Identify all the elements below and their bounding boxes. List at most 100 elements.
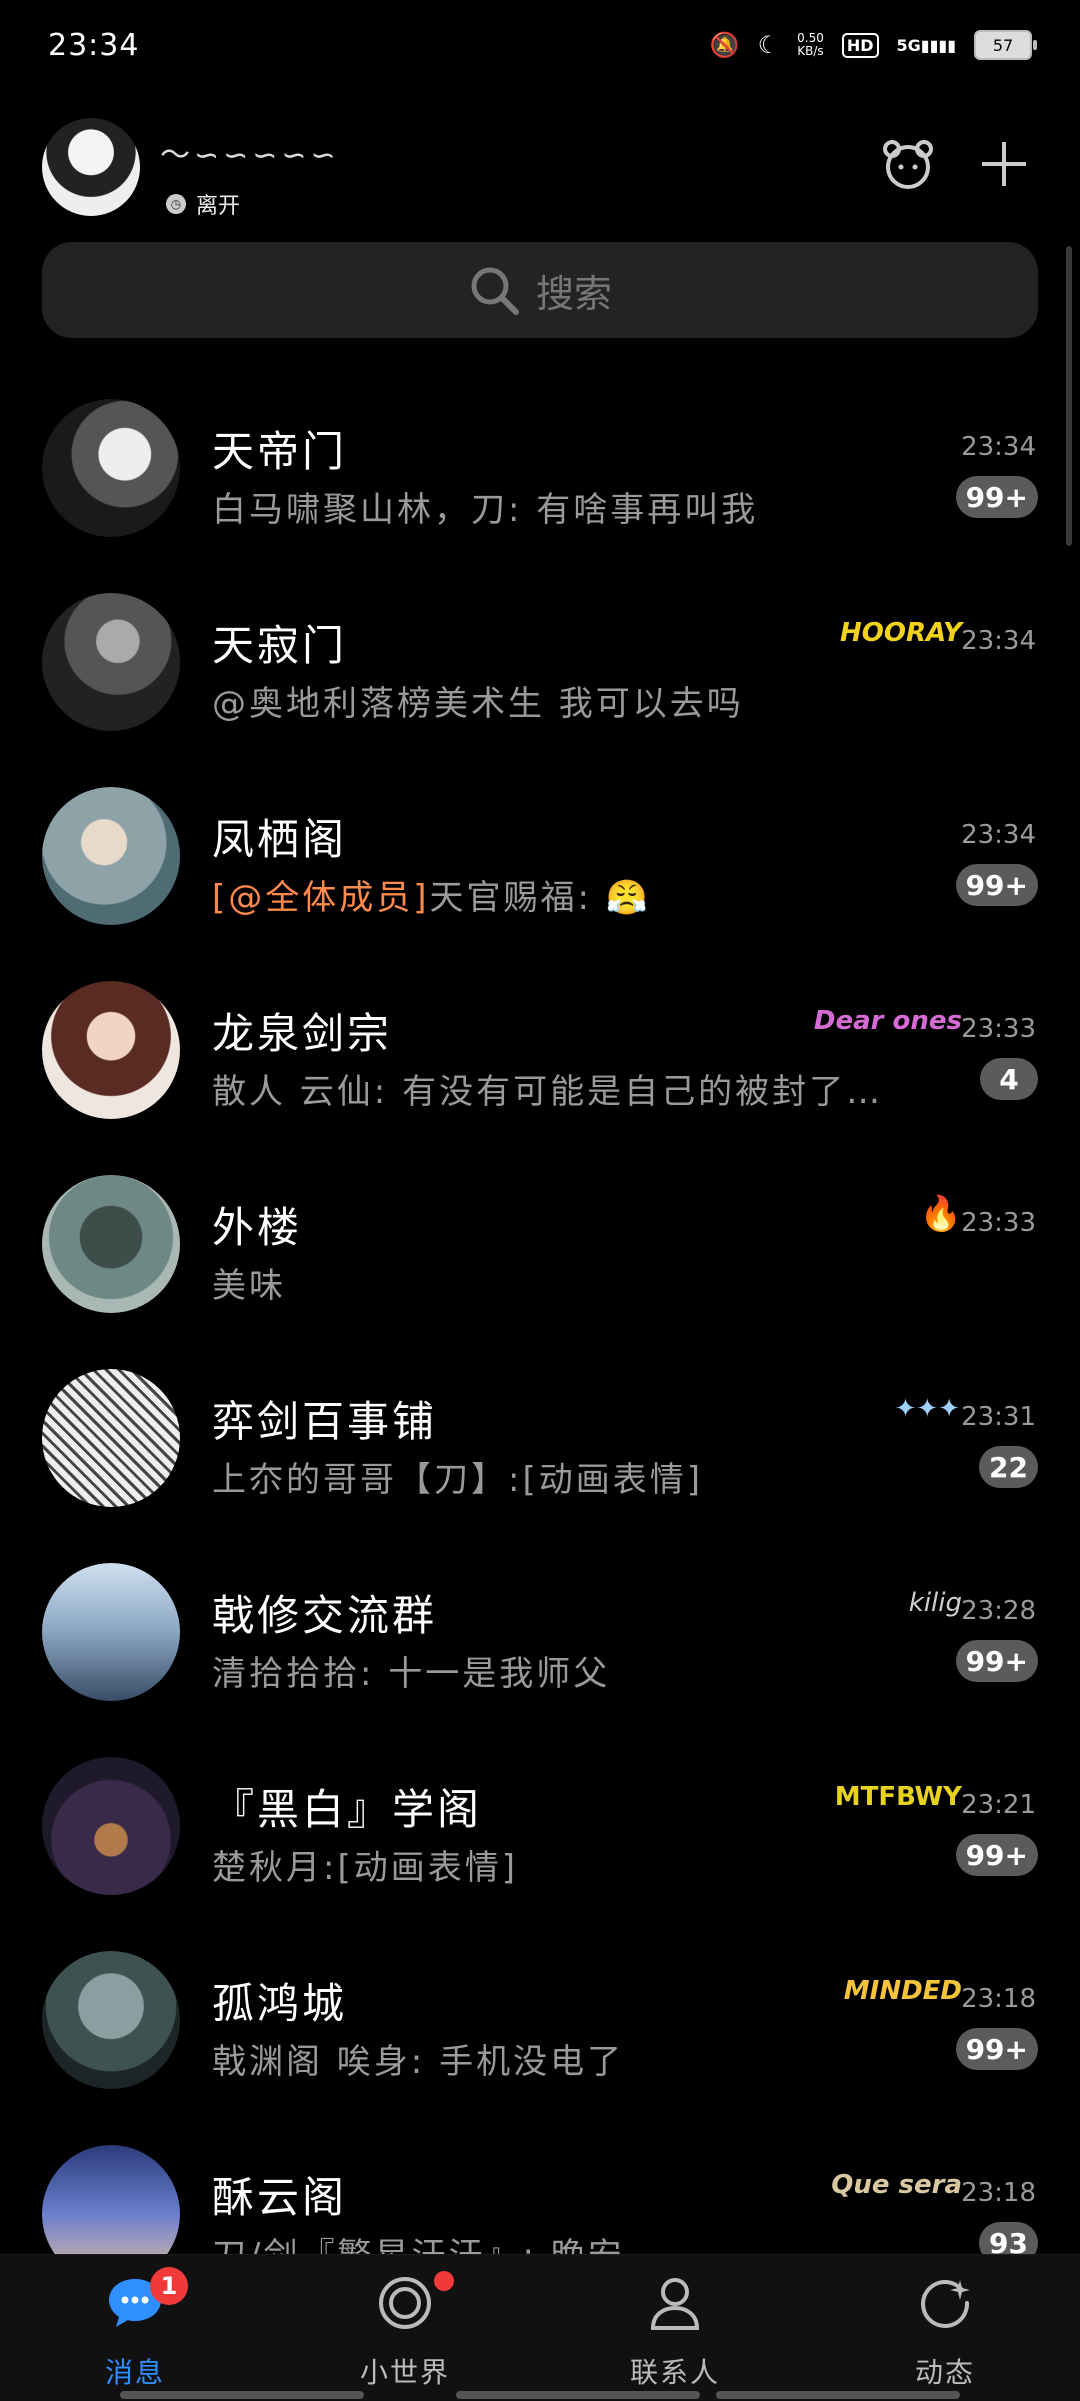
chat-name: 天帝门 — [212, 427, 348, 476]
chat-preview: @奥地利落榜美术生 我可以去吗 — [212, 684, 744, 724]
status-icons: 🔕 ☾ 0.50 KB/s HD 5G▮▮▮▮ 57 — [709, 30, 1037, 60]
refresh-star-icon — [915, 2273, 975, 2333]
chat-preview: 白马啸聚山林，刀: 有啥事再叫我 — [212, 490, 759, 530]
search-icon — [471, 267, 519, 315]
chat-name: 天寂门 — [212, 621, 348, 670]
chat-name: 酥云阁 — [212, 2173, 348, 2222]
unread-badge: 99+ — [955, 2028, 1038, 2070]
chat-avatar — [42, 2145, 180, 2254]
battery-level: 57 — [992, 35, 1014, 55]
chat-time: 23:21 — [961, 1790, 1036, 1820]
header: ～∽∽∽∽∽ ◷ 离开 搜索 — [0, 90, 1080, 370]
wings-sticker-icon: ✦✦✦ — [894, 1394, 960, 1424]
pet-icon[interactable] — [876, 132, 940, 196]
search-placeholder: 搜索 — [535, 271, 612, 316]
chat-row-wailou[interactable]: 外楼 美味 🔥 23:33 — [0, 1146, 1080, 1340]
signal-icon: 5G▮▮▮▮ — [896, 35, 956, 55]
unread-badge: 99+ — [955, 1834, 1038, 1876]
bottom-nav: 1 消息 小世界 联系人 动态 — [0, 2254, 1080, 2401]
presence-status[interactable]: ◷ 离开 — [166, 188, 240, 220]
chat-time: 23:18 — [961, 2178, 1036, 2208]
chat-row-guhongcheng[interactable]: 孤鸿城 戟渊阁 唉身: 手机没电了 MINDED 23:18 99+ — [0, 1922, 1080, 2116]
unread-badge: 99+ — [955, 864, 1038, 906]
home-indicator-segment — [120, 2391, 364, 2399]
chat-name: 弈剑百事铺 — [212, 1397, 438, 1446]
chat-time: 23:31 — [961, 1402, 1036, 1432]
profile-avatar[interactable] — [42, 118, 140, 216]
chat-preview: 上夵的哥哥【刀】:[动画表情] — [212, 1460, 703, 1500]
nickname[interactable]: ～∽∽∽∽∽ — [160, 130, 340, 174]
chat-avatar — [42, 593, 180, 731]
person-icon — [645, 2273, 705, 2333]
chat-name: 孤鸿城 — [212, 1979, 348, 2028]
chat-preview-text: 天官赐福: 😤 — [429, 878, 652, 918]
home-indicator-segment — [456, 2391, 700, 2399]
mention-all: [@全体成员] — [212, 878, 430, 918]
chat-avatar — [42, 1563, 180, 1701]
presence-label: 离开 — [196, 194, 241, 219]
chat-time: 23:28 — [961, 1596, 1036, 1626]
chat-avatar — [42, 981, 180, 1119]
do-not-disturb-moon-icon: ☾ — [757, 31, 780, 59]
net-speed-unit: KB/s — [797, 44, 824, 58]
chat-preview: 刀/剑『繁星汗汗』: 晚安 — [212, 2228, 625, 2254]
mute-bell-icon: 🔕 — [709, 31, 740, 59]
add-icon[interactable] — [972, 132, 1036, 196]
nav-label: 联系人 — [629, 2356, 720, 2389]
status-bar: 23:34 🔕 ☾ 0.50 KB/s HD 5G▮▮▮▮ 57 — [0, 0, 1080, 90]
nav-moments[interactable]: 动态 — [810, 2255, 1080, 2401]
nav-label: 小世界 — [359, 2356, 450, 2389]
search-bar[interactable]: 搜索 — [42, 242, 1038, 338]
chat-avatar — [42, 1951, 180, 2089]
signal-type: 5G — [896, 35, 921, 55]
chat-time: 23:33 — [961, 1014, 1036, 1044]
unread-badge: 4 — [980, 1058, 1038, 1100]
chat-preview: [@全体成员]天官赐福: 😤 — [212, 870, 651, 919]
chat-row-tiandimen[interactable]: 天帝门 白马啸聚山林，刀: 有啥事再叫我 23:34 99+ — [0, 370, 1080, 564]
chat-name: 凤栖阁 — [212, 815, 348, 864]
chat-time: 23:33 — [961, 1208, 1036, 1238]
battery-icon: 57 — [974, 30, 1037, 60]
que-sera-sticker-icon: Que sera — [831, 2170, 962, 2200]
minded-sticker-icon: MINDED — [843, 1976, 962, 2006]
chat-list: 天帝门 白马啸聚山林，刀: 有啥事再叫我 23:34 99+ 天寂门 @奥地利落… — [0, 370, 1080, 2254]
messages-unread-badge: 1 — [150, 2267, 188, 2305]
chat-name: 龙泉剑宗 — [212, 1009, 393, 1058]
chat-row-suyunge[interactable]: 酥云阁 刀/剑『繁星汗汗』: 晚安 Que sera 23:18 93 — [0, 2116, 1080, 2254]
chat-preview: 戟渊阁 唉身: 手机没电了 — [212, 2042, 625, 2082]
chat-time: 23:34 — [961, 432, 1036, 462]
unread-badge: 93 — [979, 2222, 1038, 2254]
nav-contacts[interactable]: 联系人 — [540, 2255, 810, 2401]
dear-ones-sticker-icon: Dear ones — [813, 1006, 962, 1036]
nav-small-world[interactable]: 小世界 — [270, 2255, 540, 2401]
net-speed: 0.50 KB/s — [797, 32, 824, 58]
chat-preview: 散人 云仙: 有没有可能是自己的被封了，... — [212, 1072, 912, 1112]
hd-badge: HD — [841, 32, 879, 58]
orbit-icon — [375, 2273, 435, 2333]
chat-time: 23:34 — [961, 626, 1036, 656]
unread-badge: 99+ — [955, 1640, 1038, 1682]
hooray-sticker-icon: HOORAY — [840, 618, 962, 648]
chat-preview: 美味 — [212, 1266, 286, 1306]
chat-preview: 清拾拾拾: 十一是我师父 — [212, 1654, 611, 1694]
nav-messages[interactable]: 1 消息 — [0, 2255, 270, 2401]
chat-time: 23:34 — [961, 820, 1036, 850]
home-indicator-segment — [716, 2391, 960, 2399]
unread-badge: 22 — [979, 1446, 1038, 1488]
chat-avatar — [42, 1757, 180, 1895]
status-time: 23:34 — [48, 28, 140, 63]
chat-name: 『黑白』学阁 — [212, 1785, 483, 1834]
chat-row-fengqige[interactable]: 凤栖阁 [@全体成员]天官赐福: 😤 23:34 99+ — [0, 758, 1080, 952]
mtfbwy-sticker-icon: MTFBWY — [834, 1782, 962, 1812]
chat-row-heibaixuege[interactable]: 『黑白』学阁 楚秋月:[动画表情] MTFBWY 23:21 99+ — [0, 1728, 1080, 1922]
chat-name: 外楼 — [212, 1203, 303, 1252]
chat-row-tianjimen[interactable]: 天寂门 @奥地利落榜美术生 我可以去吗 HOORAY 23:34 — [0, 564, 1080, 758]
chat-row-longquanjianzong[interactable]: 龙泉剑宗 散人 云仙: 有没有可能是自己的被封了，... Dear ones 2… — [0, 952, 1080, 1146]
chat-row-yijianbaishipu[interactable]: 弈剑百事铺 上夵的哥哥【刀】:[动画表情] ✦✦✦ 23:31 22 — [0, 1340, 1080, 1534]
nav-label: 动态 — [914, 2356, 975, 2389]
chat-avatar — [42, 1175, 180, 1313]
chat-preview: 楚秋月:[动画表情] — [212, 1848, 518, 1888]
chat-row-jixiujiaoliuqun[interactable]: 戟修交流群 清拾拾拾: 十一是我师父 kilig 23:28 99+ — [0, 1534, 1080, 1728]
kilig-sticker-icon: kilig — [908, 1588, 962, 1618]
chat-avatar — [42, 1369, 180, 1507]
